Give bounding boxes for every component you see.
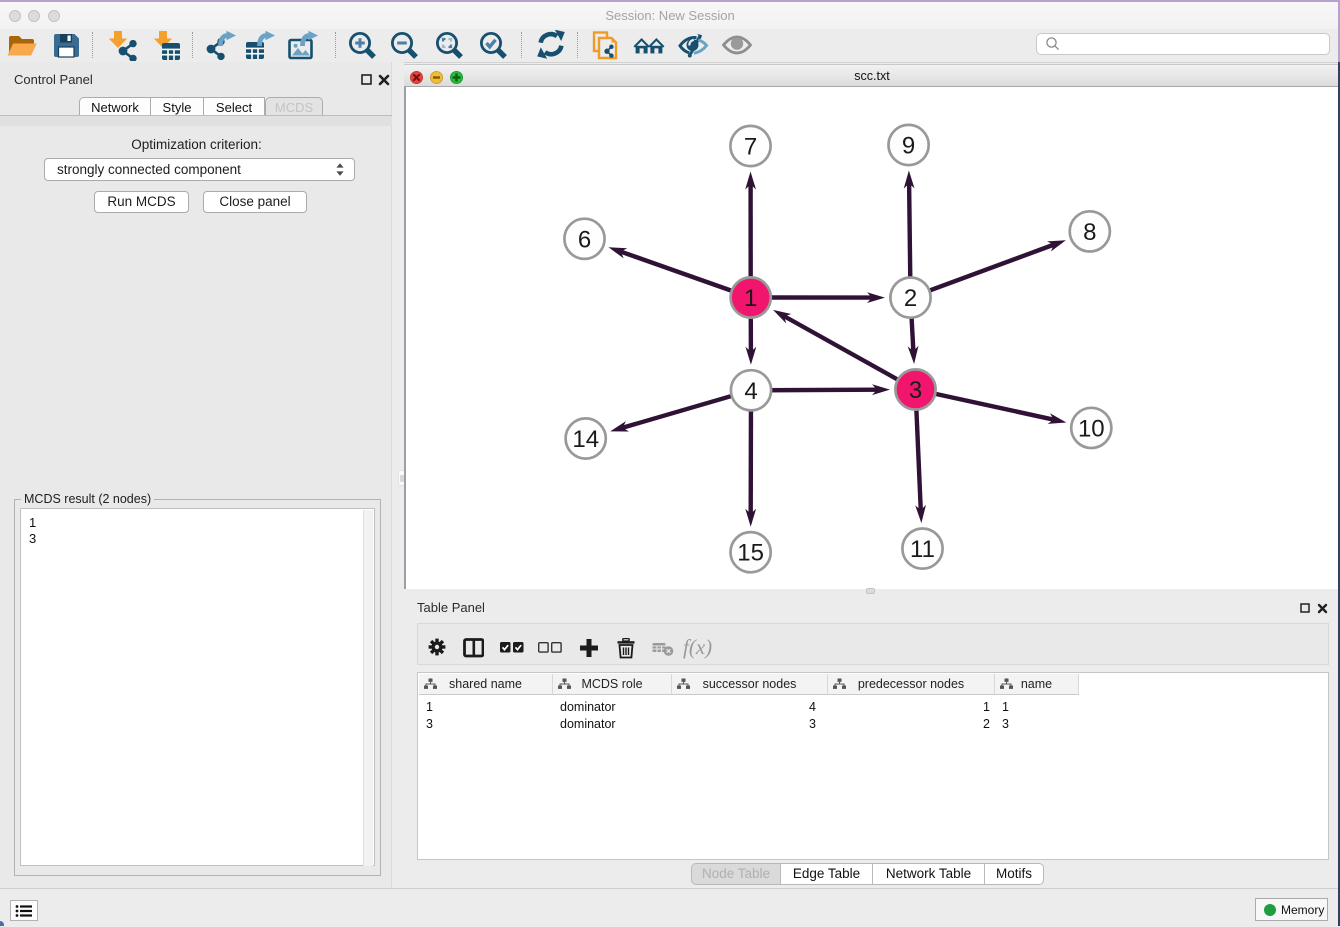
svg-text:8: 8 <box>1083 219 1096 246</box>
svg-text:3: 3 <box>909 377 922 404</box>
svg-text:2: 2 <box>904 285 917 312</box>
svg-text:9: 9 <box>902 133 915 160</box>
svg-text:14: 14 <box>572 426 599 453</box>
svg-text:15: 15 <box>737 540 764 567</box>
svg-text:4: 4 <box>744 378 757 405</box>
svg-text:f(x): f(x) <box>683 638 712 659</box>
svg-text:6: 6 <box>578 226 591 253</box>
svg-text:10: 10 <box>1078 415 1105 442</box>
svg-text:11: 11 <box>910 536 935 563</box>
svg-text:7: 7 <box>744 134 757 161</box>
svg-text:1: 1 <box>744 285 757 312</box>
